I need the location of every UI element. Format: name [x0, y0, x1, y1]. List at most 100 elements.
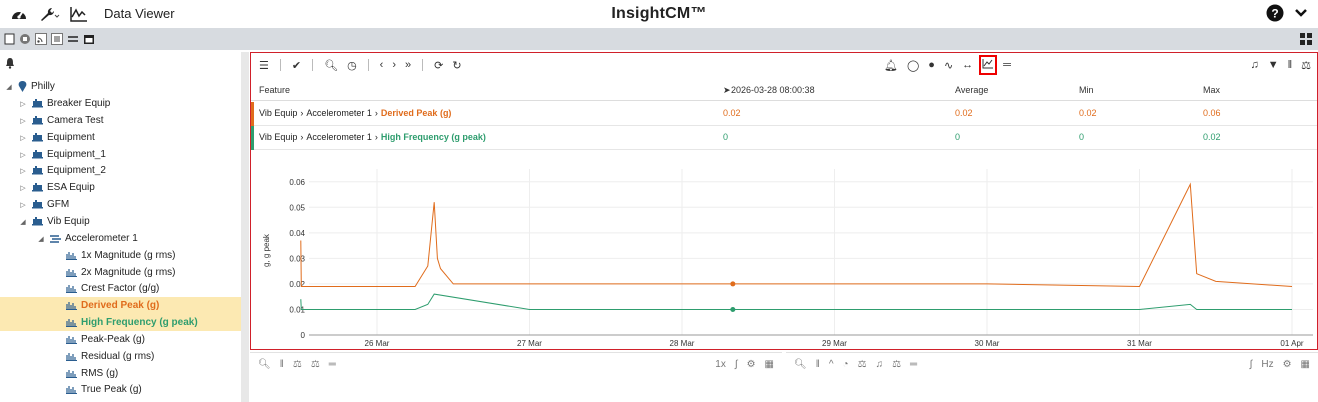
- next-icon[interactable]: ›: [392, 59, 396, 71]
- chevron-up-icon[interactable]: ^: [829, 359, 834, 370]
- data-viewer-chart-icon[interactable]: [70, 6, 88, 22]
- feature-trend-icon: [66, 318, 77, 327]
- comment-icon[interactable]: ◯: [907, 59, 919, 72]
- table-row[interactable]: Vib Equip › Accelerometer 1 › High Frequency…: [251, 126, 1317, 150]
- tree-item-feature[interactable]: Residual (g rms): [0, 348, 241, 365]
- tree-item-sensor[interactable]: ◢ Accelerometer 1: [0, 230, 241, 247]
- table-row[interactable]: Vib Equip › Accelerometer 1 › Derived Peak (…: [251, 102, 1317, 126]
- tree-item-feature[interactable]: High Frequency (g peak): [0, 314, 241, 331]
- tree-item-equipment[interactable]: ▷ Equipment: [0, 129, 241, 146]
- wrench-icon[interactable]: [38, 6, 60, 22]
- tree-item-feature[interactable]: Crest Factor (g/g): [0, 280, 241, 297]
- waveform-icon[interactable]: ∿: [944, 59, 953, 72]
- settings-icon[interactable]: ⚙: [747, 359, 756, 370]
- tree-item-feature[interactable]: 2x Magnitude (g rms): [0, 264, 241, 281]
- dashboard-gauge-icon[interactable]: [10, 6, 28, 22]
- x-tick-label: 30 Mar: [975, 339, 1000, 348]
- equals-icon[interactable]: ═: [329, 359, 336, 370]
- collapsed-caret-icon[interactable]: ▷: [18, 100, 28, 108]
- tree-item-equipment[interactable]: ▷ GFM: [0, 196, 241, 213]
- feature-trend-icon: [66, 268, 77, 277]
- zoom-icon[interactable]: 🔍︎: [258, 359, 271, 370]
- tree-item-equipment[interactable]: ▷ Equipment_2: [0, 162, 241, 179]
- expanded-caret-icon[interactable]: ◢: [36, 235, 46, 243]
- filter-icon[interactable]: ▼: [1268, 59, 1279, 71]
- new-document-icon[interactable]: [4, 33, 15, 45]
- pause-icon[interactable]: ‖: [816, 359, 820, 370]
- zoom-level[interactable]: 1x: [715, 359, 726, 370]
- collapsed-caret-icon[interactable]: ▷: [18, 167, 28, 175]
- equals-icon[interactable]: ═: [910, 359, 917, 370]
- cell-max: 0.06: [1203, 108, 1221, 118]
- gauge-icon[interactable]: ◔: [843, 359, 849, 370]
- alarm-outline-icon[interactable]: ♫: [1250, 59, 1258, 71]
- tree-item-equipment[interactable]: ▷ ESA Equip: [0, 179, 241, 196]
- tree-item-feature[interactable]: Peak-Peak (g): [0, 331, 241, 348]
- help-icon[interactable]: ?: [1266, 4, 1284, 22]
- collapsed-caret-icon[interactable]: ▷: [18, 151, 28, 159]
- pause-icon[interactable]: ‖: [1288, 59, 1293, 71]
- page-title: InsightCM™: [611, 4, 707, 22]
- redo-icon[interactable]: ↻: [452, 59, 461, 72]
- chevron-down-icon[interactable]: [1294, 7, 1308, 19]
- bell-icon[interactable]: [5, 57, 15, 69]
- settings-icon[interactable]: ⚙: [1283, 359, 1292, 370]
- alarm-bell-icon[interactable]: 🔔︎: [884, 59, 898, 72]
- tree-item-feature[interactable]: RMS (g): [0, 365, 241, 382]
- tree-item-feature[interactable]: True Peak (g): [0, 381, 241, 398]
- info-icon[interactable]: ●: [928, 59, 935, 71]
- balance-icon[interactable]: ⚖: [892, 359, 901, 370]
- compare-icon[interactable]: ⚖: [293, 359, 302, 370]
- app-name: Data Viewer: [104, 6, 175, 21]
- stop-icon[interactable]: [19, 33, 31, 45]
- trend-chart-icon[interactable]: [979, 55, 998, 75]
- rss-icon[interactable]: [35, 33, 47, 45]
- path-equipment: Vib Equip: [259, 132, 298, 142]
- compare-icon[interactable]: ⚖: [1301, 59, 1311, 72]
- bell-icon[interactable]: ♫: [876, 359, 884, 370]
- integral-icon[interactable]: ∫: [1250, 359, 1253, 370]
- compare-icon[interactable]: ⚖: [858, 359, 867, 370]
- tree-item-equipment[interactable]: ▷ Camera Test: [0, 112, 241, 129]
- collapsed-caret-icon[interactable]: ▷: [18, 134, 28, 142]
- unit-label[interactable]: Hz: [1261, 359, 1273, 370]
- integral-icon[interactable]: ∫: [735, 359, 738, 370]
- grid-view-icon[interactable]: [1300, 33, 1312, 45]
- clock-icon[interactable]: ◷: [347, 59, 357, 72]
- tree-item-feature[interactable]: Derived Peak (g): [0, 297, 241, 314]
- grid-view-icon[interactable]: ▦: [1301, 359, 1310, 370]
- grid-view-icon[interactable]: ▦: [765, 359, 774, 370]
- expanded-caret-icon[interactable]: ◢: [4, 83, 14, 91]
- balance-icon[interactable]: ⚖: [311, 359, 320, 370]
- expanded-caret-icon[interactable]: ◢: [18, 218, 28, 226]
- cursor-point: [730, 281, 736, 287]
- y-tick-label: 0.03: [289, 254, 305, 263]
- expand-horizontal-icon[interactable]: ↔: [962, 59, 973, 71]
- tree-item-equipment[interactable]: ▷ Equipment_1: [0, 146, 241, 163]
- check-all-icon[interactable]: ✔: [292, 59, 301, 72]
- tree-root[interactable]: ◢ Philly: [0, 78, 241, 95]
- collapsed-caret-icon[interactable]: ▷: [18, 201, 28, 209]
- tree-item-equipment[interactable]: ▷ Breaker Equip: [0, 95, 241, 112]
- refresh-icon[interactable]: ⟳: [434, 59, 443, 72]
- prev-icon[interactable]: ‹: [380, 59, 384, 71]
- equals-icon[interactable]: ═: [1003, 59, 1011, 71]
- list-icon[interactable]: [51, 33, 63, 45]
- cell-average: 0.02: [955, 108, 973, 118]
- collapsed-caret-icon[interactable]: ▷: [18, 117, 28, 125]
- latest-icon[interactable]: »: [405, 59, 411, 71]
- tree-item-equipment[interactable]: ◢ Vib Equip: [0, 213, 241, 230]
- menu-lines-icon[interactable]: [67, 33, 79, 45]
- tree-item-feature[interactable]: 1x Magnitude (g rms): [0, 247, 241, 264]
- pause-icon[interactable]: ‖: [280, 359, 284, 370]
- panel-splitter[interactable]: [241, 52, 249, 402]
- zoom-icon[interactable]: 🔍︎: [794, 359, 807, 370]
- calendar-icon[interactable]: [83, 33, 95, 45]
- feature-trend-icon: [66, 301, 77, 310]
- trend-chart[interactable]: 0.060.050.040.030.020.01026 Mar 27 Mar 28 …: [251, 153, 1317, 349]
- feature-trend-icon: [66, 385, 77, 394]
- collapsed-caret-icon[interactable]: ▷: [18, 184, 28, 192]
- zoom-icon[interactable]: 🔍︎: [324, 59, 338, 72]
- series-line-derived-peak: [300, 182, 1293, 288]
- menu-icon[interactable]: ☰: [259, 59, 269, 72]
